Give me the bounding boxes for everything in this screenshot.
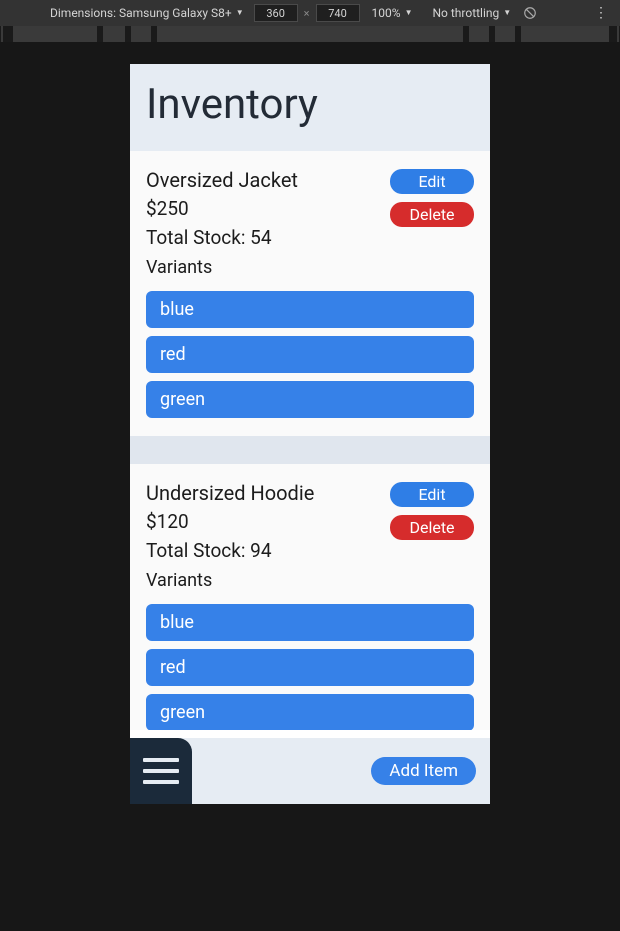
variant-pill[interactable]: green <box>146 381 474 418</box>
card-info: Undersized Hoodie$120Total Stock: 94Vari… <box>146 478 314 594</box>
variant-pill[interactable]: red <box>146 336 474 373</box>
chevron-down-icon: ▼ <box>405 8 413 17</box>
variant-pill[interactable]: green <box>146 694 474 730</box>
variant-pill[interactable]: red <box>146 649 474 686</box>
device-viewport: Inventory Oversized Jacket$250Total Stoc… <box>130 64 490 804</box>
app-header: Inventory <box>130 64 490 151</box>
edit-button[interactable]: Edit <box>390 169 474 194</box>
item-stock: Total Stock: 94 <box>146 537 314 566</box>
edit-button[interactable]: Edit <box>390 482 474 507</box>
viewport-height-input[interactable] <box>316 4 360 22</box>
card-actions: Edit Delete <box>390 482 474 540</box>
variant-pill[interactable]: blue <box>146 291 474 328</box>
kebab-menu-icon[interactable]: ⋮ <box>586 5 616 21</box>
chevron-down-icon: ▼ <box>236 8 244 17</box>
delete-button[interactable]: Delete <box>390 515 474 540</box>
dimension-separator: × <box>302 7 312 20</box>
throttling-value: No throttling <box>432 6 499 20</box>
zoom-selector[interactable]: 100% ▼ <box>364 6 421 20</box>
card-info: Oversized Jacket$250Total Stock: 54Varia… <box>146 165 298 281</box>
variants-list: blue red green <box>146 291 474 418</box>
item-name: Undersized Hoodie <box>146 478 314 508</box>
inventory-card: Oversized Jacket$250Total Stock: 54Varia… <box>130 151 490 436</box>
item-price: $120 <box>146 508 314 537</box>
devtools-toolbar: Dimensions: Samsung Galaxy S8+ ▼ × 100% … <box>0 0 620 26</box>
variants-heading: Variants <box>146 254 298 281</box>
inventory-card: Undersized Hoodie$120Total Stock: 94Vari… <box>130 464 490 730</box>
page-title: Inventory <box>146 80 474 129</box>
delete-button[interactable]: Delete <box>390 202 474 227</box>
card-actions: Edit Delete <box>390 169 474 227</box>
chevron-down-icon: ▼ <box>503 8 511 17</box>
ruler-strip <box>0 26 620 42</box>
item-name: Oversized Jacket <box>146 165 298 195</box>
device-label: Dimensions: Samsung Galaxy S8+ <box>50 6 232 20</box>
item-price: $250 <box>146 195 298 224</box>
rotate-icon[interactable] <box>523 6 537 20</box>
zoom-value: 100% <box>372 6 401 20</box>
device-stage: Inventory Oversized Jacket$250Total Stoc… <box>0 42 620 931</box>
item-stock: Total Stock: 54 <box>146 224 298 253</box>
throttling-selector[interactable]: No throttling ▼ <box>424 6 519 20</box>
variant-pill[interactable]: blue <box>146 604 474 641</box>
viewport-width-input[interactable] <box>254 4 298 22</box>
inventory-list[interactable]: Oversized Jacket$250Total Stock: 54Varia… <box>130 151 490 730</box>
hamburger-icon <box>143 758 179 784</box>
bottom-bar: Add Item <box>130 738 490 804</box>
menu-button[interactable] <box>130 738 192 804</box>
variants-heading: Variants <box>146 567 314 594</box>
variants-list: blue red green <box>146 604 474 730</box>
device-dimensions-selector[interactable]: Dimensions: Samsung Galaxy S8+ ▼ <box>44 6 250 20</box>
add-item-button[interactable]: Add Item <box>371 757 476 785</box>
